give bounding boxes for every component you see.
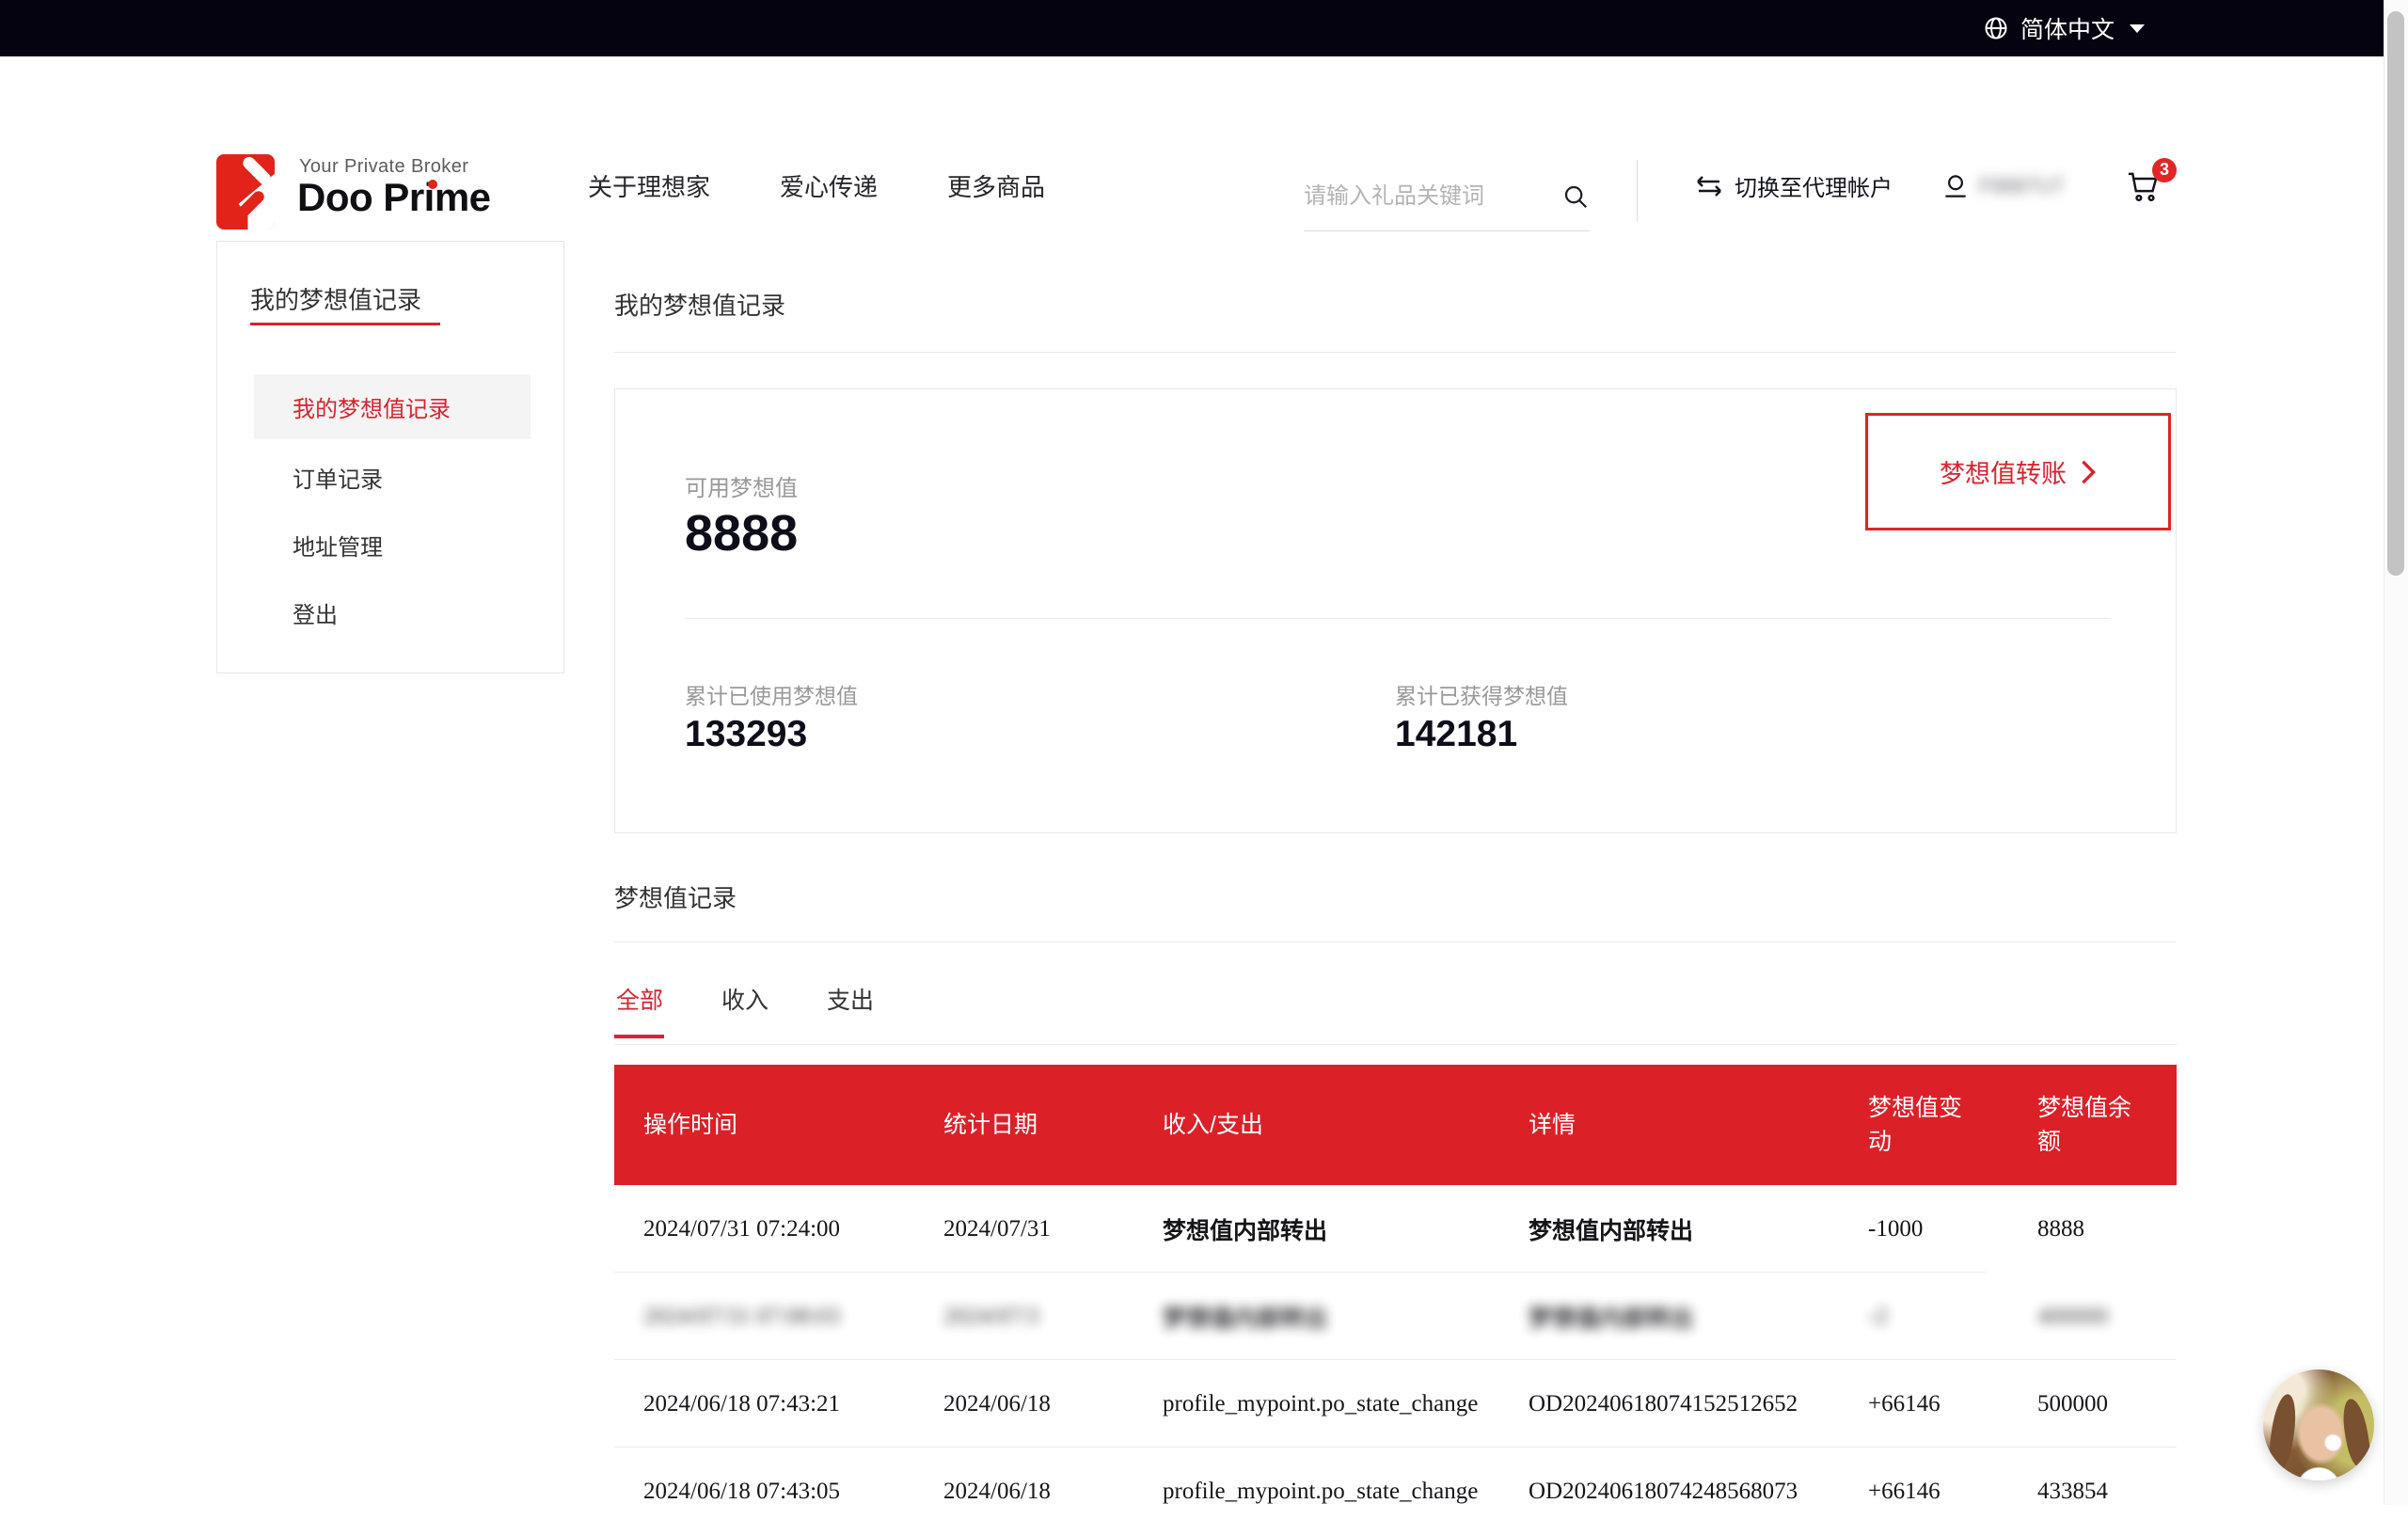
cell-points-change: +66146 — [1868, 1391, 1941, 1416]
nav-item-charity[interactable]: 爱心传递 — [780, 168, 878, 203]
globe-icon — [1983, 15, 2009, 41]
doo-prime-logo[interactable] — [216, 154, 275, 229]
cell-details: 梦想值内部转出 — [1529, 1306, 1693, 1332]
language-label: 简体中文 — [2020, 11, 2115, 45]
col-header-stat-date: 统计日期 — [943, 1108, 1163, 1142]
col-header-details: 详情 — [1529, 1108, 1868, 1142]
search-input[interactable] — [1304, 183, 1539, 210]
table-row: 2024/06/18 07:43:05 2024/06/18 profile_m… — [614, 1448, 2177, 1535]
cell-points-change: +66146 — [1868, 1479, 1941, 1504]
card-divider — [685, 618, 2111, 619]
cart-count-badge: 3 — [2152, 158, 2177, 182]
tab-all[interactable]: 全部 — [614, 978, 665, 1038]
chevron-right-icon — [2080, 459, 2097, 485]
records-section-title: 梦想值记录 — [614, 879, 737, 914]
cell-operation-time: 2024/07/31 07:24:00 — [643, 1216, 840, 1242]
records-tabs: 全部 收入 支出 — [614, 978, 876, 1038]
cell-stat-date: 2024/06/18 — [943, 1479, 1051, 1504]
page-title: 我的梦想值记录 — [614, 287, 785, 322]
cell-details: 梦想值内部转出 — [1529, 1218, 1693, 1244]
cell-points-balance: 8888 — [2037, 1216, 2084, 1242]
sidebar-item-address-management[interactable]: 地址管理 — [254, 513, 531, 578]
table-row: 2024/06/18 07:43:21 2024/06/18 profile_m… — [614, 1360, 2177, 1448]
table-row-blurred: 2024/07/31 07:08:03 2024/07/3 梦想值内部转出 梦想… — [614, 1273, 2177, 1360]
col-header-operation-time: 操作时间 — [614, 1108, 943, 1142]
cell-operation-time: 2024/07/31 07:08:03 — [643, 1304, 840, 1329]
cell-details: OD20240618074248568073 — [1529, 1479, 1798, 1504]
available-points-value: 8888 — [685, 504, 798, 562]
earned-points-value: 142181 — [1395, 714, 1517, 755]
cell-stat-date: 2024/07/3 — [943, 1304, 1038, 1329]
account-sidebar: 我的梦想值记录 我的梦想值记录 订单记录 地址管理 登出 — [216, 241, 564, 673]
sidebar-title-underline — [250, 323, 440, 325]
username-blurred: F8887U7 — [1979, 174, 2073, 198]
nav-item-about[interactable]: 关于理想家 — [588, 168, 710, 203]
sidebar-title: 我的梦想值记录 — [250, 281, 421, 316]
title-divider — [614, 352, 2177, 353]
cart-button[interactable]: 3 — [2126, 169, 2162, 203]
cell-stat-date: 2024/06/18 — [943, 1391, 1051, 1416]
gift-search — [1304, 162, 1590, 231]
used-points-label: 累计已使用梦想值 — [685, 678, 858, 710]
user-menu[interactable]: F8887U7 — [1941, 172, 2073, 200]
cell-points-balance: 500000 — [2037, 1391, 2108, 1416]
language-selector[interactable]: 简体中文 — [1983, 11, 2145, 45]
caret-down-icon — [2130, 24, 2145, 33]
cell-details: OD20240618074152512652 — [1529, 1391, 1798, 1416]
used-points-value: 133293 — [685, 714, 807, 755]
brand-i-dot — [428, 180, 437, 189]
table-row: 2024/07/31 07:24:00 2024/07/31 梦想值内部转出 梦… — [614, 1185, 2177, 1273]
transfer-points-button[interactable]: 梦想值转账 — [1865, 413, 2171, 530]
brand-name: Doo Prime — [297, 175, 491, 220]
tabs-divider — [614, 1044, 2177, 1045]
cell-stat-date: 2024/07/31 — [943, 1216, 1051, 1242]
cell-income-expense: 梦想值内部转出 — [1163, 1306, 1327, 1332]
tab-income[interactable]: 收入 — [720, 978, 770, 1038]
cell-income-expense: profile_mypoint.po_state_change — [1163, 1479, 1478, 1504]
main-nav: 关于理想家 爱心传递 更多商品 — [588, 113, 1045, 259]
col-header-points-change: 梦想值变动 — [1868, 1091, 2037, 1160]
support-chat-avatar[interactable] — [2263, 1369, 2374, 1480]
cell-income-expense: 梦想值内部转出 — [1163, 1218, 1327, 1244]
top-utility-bar: 简体中文 — [0, 0, 2384, 56]
switch-account-button[interactable]: 切换至代理帐户 — [1693, 169, 1893, 202]
dream-points-summary-card: 可用梦想值 8888 梦想值转账 累计已使用梦想值 133293 累计已获得梦想… — [614, 388, 2177, 833]
earned-points-label: 累计已获得梦想值 — [1395, 678, 1568, 710]
cell-points-balance: 433854 — [2037, 1479, 2108, 1504]
account-area: 切换至代理帐户 F8887U7 3 — [1693, 113, 2162, 259]
logo-white-bar — [241, 154, 274, 187]
tab-expense[interactable]: 支出 — [825, 978, 876, 1038]
cell-points-change: -1000 — [1868, 1216, 1923, 1242]
cell-operation-time: 2024/06/18 07:43:05 — [643, 1479, 840, 1504]
scrollbar-track[interactable] — [2384, 0, 2408, 1505]
switch-account-label: 切换至代理帐户 — [1735, 169, 1893, 202]
sidebar-item-order-history[interactable]: 订单记录 — [254, 445, 531, 510]
swap-icon — [1693, 174, 1725, 198]
sidebar-item-my-dream-points[interactable]: 我的梦想值记录 — [254, 374, 531, 439]
sidebar-item-logout[interactable]: 登出 — [254, 580, 531, 645]
cell-operation-time: 2024/06/18 07:43:21 — [643, 1391, 840, 1416]
user-icon — [1941, 172, 1970, 200]
cell-points-change: -2 — [1868, 1304, 1888, 1329]
site-header: Your Private Broker Doo Prime 关于理想家 爱心传递… — [0, 56, 2408, 202]
cell-income-expense: profile_mypoint.po_state_change — [1163, 1391, 1478, 1416]
col-header-points-balance: 梦想值余额 — [2037, 1091, 2177, 1160]
header-divider — [1637, 160, 1638, 222]
dream-points-table: 操作时间 统计日期 收入/支出 详情 梦想值变动 梦想值余额 2024/07/3… — [614, 1065, 2177, 1535]
table-header-row: 操作时间 统计日期 收入/支出 详情 梦想值变动 梦想值余额 — [614, 1065, 2177, 1185]
nav-item-more-products[interactable]: 更多商品 — [947, 168, 1045, 203]
available-points-label: 可用梦想值 — [685, 469, 798, 502]
col-header-income-expense: 收入/支出 — [1163, 1108, 1529, 1142]
search-icon[interactable] — [1561, 182, 1590, 211]
scrollbar-thumb[interactable] — [2387, 11, 2404, 576]
transfer-points-label: 梦想值转账 — [1940, 453, 2067, 490]
cell-points-balance: 400000 — [2037, 1304, 2108, 1329]
